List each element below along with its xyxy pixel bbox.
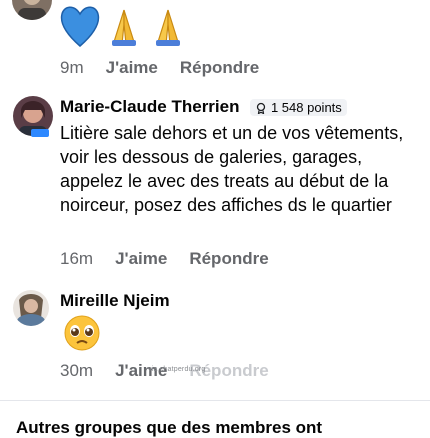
section-divider: [0, 400, 430, 401]
avatar-mireille[interactable]: [13, 290, 49, 326]
points-badge[interactable]: 1 548 points: [249, 99, 347, 117]
section-heading: Autres groupes que des membres ont: [16, 418, 323, 437]
avatar-photo-icon: [17, 294, 45, 326]
reply-button[interactable]: Répondre: [180, 58, 259, 78]
reaction-emojis: [58, 0, 190, 50]
blue-heart-icon: [60, 6, 100, 47]
reply-button[interactable]: Répondre: [189, 249, 268, 269]
comment-time: 30m: [60, 361, 94, 380]
comment-time: 9m: [60, 58, 84, 77]
watermark-text: via chatperdu.org: [148, 366, 206, 373]
praying-hands-icon-2: [156, 9, 180, 46]
comment-text: Litière sale dehors et un de vos vêtemen…: [60, 123, 404, 215]
comment-header: Marie-Claude Therrien 1 548 points: [60, 97, 347, 117]
comment-author[interactable]: Marie-Claude Therrien: [60, 97, 240, 116]
comment-time: 16m: [60, 249, 94, 268]
pleading-face-icon: [60, 314, 104, 352]
trophy-icon: [256, 102, 266, 114]
comment-actions: 16m J'aime Répondre: [60, 249, 269, 269]
points-value: 1 548 points: [270, 100, 342, 116]
avatar-photo-icon: [18, 0, 46, 20]
comment-actions: 9m J'aime Répondre: [60, 58, 259, 78]
avatar-previous-comment[interactable]: [12, 0, 52, 20]
like-button[interactable]: J'aime: [106, 58, 158, 78]
like-button[interactable]: J'aime: [115, 249, 167, 269]
praying-hands-icon: [112, 9, 136, 46]
comment-author[interactable]: Mireille Njeim: [60, 291, 170, 311]
avatar-badge-icon: [31, 124, 49, 137]
